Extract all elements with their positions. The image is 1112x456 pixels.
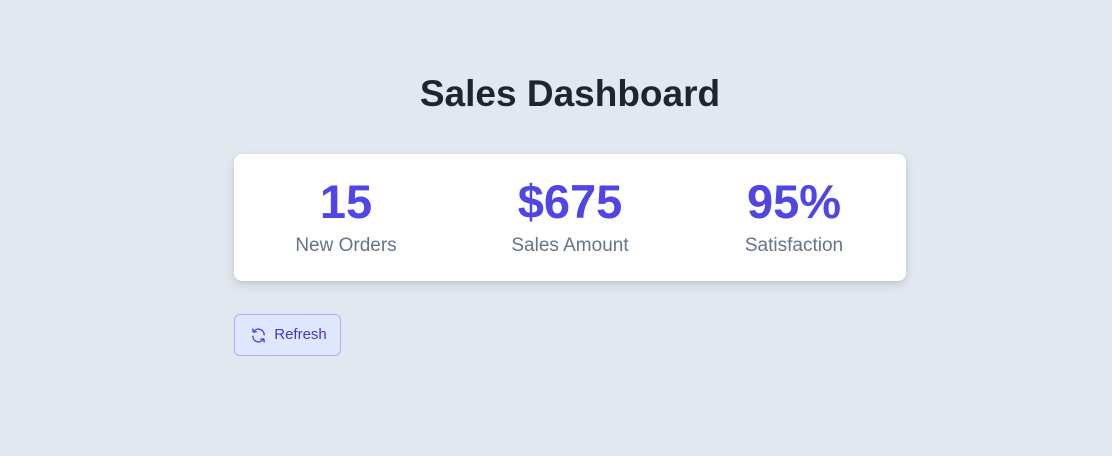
stat-value: $675 — [517, 175, 623, 228]
stat-label: New Orders — [295, 235, 397, 256]
stat-new-orders: 15 New Orders — [234, 154, 458, 258]
refresh-icon — [250, 327, 267, 344]
stat-value: 15 — [319, 175, 373, 228]
refresh-label: Refresh — [274, 326, 327, 343]
refresh-button[interactable]: Refresh — [234, 314, 341, 356]
stat-value: 95% — [746, 175, 842, 228]
page-title: Sales Dashboard — [419, 73, 721, 114]
stat-sales-amount: $675 Sales Amount — [458, 154, 682, 258]
dashboard-page: Sales Dashboard 15 New Orders $675 Sales… — [0, 0, 1112, 456]
stats-card: 15 New Orders $675 Sales Amount 95% Sati… — [234, 154, 906, 281]
stat-label: Satisfaction — [744, 235, 844, 256]
stat-satisfaction: 95% Satisfaction — [682, 154, 906, 258]
stat-label: Sales Amount — [511, 235, 629, 256]
